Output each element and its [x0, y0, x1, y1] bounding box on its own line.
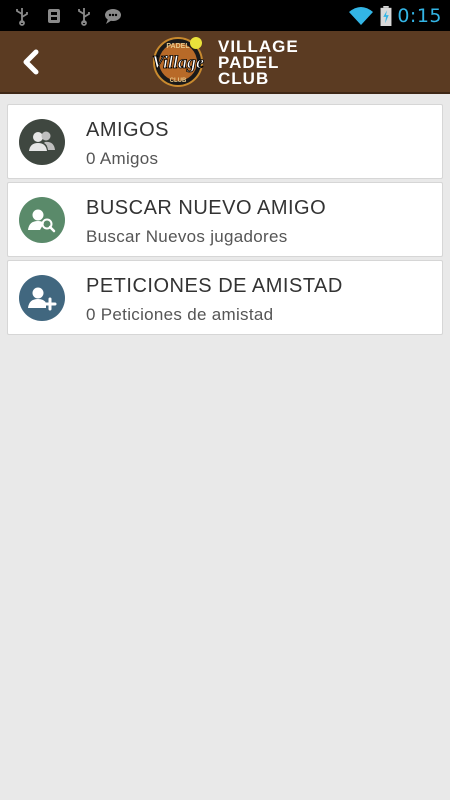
brand-line-3: CLUB	[218, 69, 270, 88]
menu-item-subtitle: 0 Amigos	[86, 149, 159, 168]
chat-icon	[105, 9, 121, 24]
usb-icon	[16, 8, 28, 26]
app-header: PADEL Village CLUB VILLAGE PADEL CLUB	[0, 31, 450, 94]
menu-item-buscar-nuevo-amigo[interactable]: BUSCAR NUEVO AMIGO Buscar Nuevos jugador…	[7, 182, 443, 257]
menu-item-title: AMIGOS	[86, 119, 170, 141]
back-button[interactable]	[14, 45, 48, 79]
add-user-icon	[19, 275, 65, 321]
logo-script-text: Village	[152, 52, 204, 72]
logo-bottom-text: CLUB	[170, 78, 187, 84]
wifi-icon	[349, 7, 373, 25]
usb-icon	[78, 8, 90, 26]
menu-item-title: BUSCAR NUEVO AMIGO	[86, 197, 327, 219]
menu-item-title: PETICIONES DE AMISTAD	[86, 275, 343, 297]
android-debug-icon	[48, 9, 60, 23]
search-user-icon	[19, 197, 65, 243]
battery-charging-icon	[380, 6, 392, 26]
menu-item-subtitle: Buscar Nuevos jugadores	[86, 227, 288, 246]
menu-list: AMIGOS 0 Amigos BUSCAR NUEVO AMIGO Busca…	[7, 104, 443, 338]
village-padel-club-logo: PADEL Village CLUB	[152, 37, 204, 87]
friends-icon	[19, 119, 65, 165]
status-bar: 0:15	[0, 0, 450, 31]
logo-top-text: PADEL	[166, 43, 190, 50]
clock: 0:15	[397, 5, 442, 27]
menu-item-peticiones-de-amistad[interactable]: PETICIONES DE AMISTAD 0 Peticiones de am…	[7, 260, 443, 335]
chevron-left-icon	[23, 49, 39, 75]
menu-item-amigos[interactable]: AMIGOS 0 Amigos	[7, 104, 443, 179]
brand: PADEL Village CLUB VILLAGE PADEL CLUB	[142, 34, 322, 90]
menu-item-subtitle: 0 Peticiones de amistad	[86, 305, 274, 324]
brand-name: VILLAGE PADEL CLUB	[218, 38, 299, 88]
